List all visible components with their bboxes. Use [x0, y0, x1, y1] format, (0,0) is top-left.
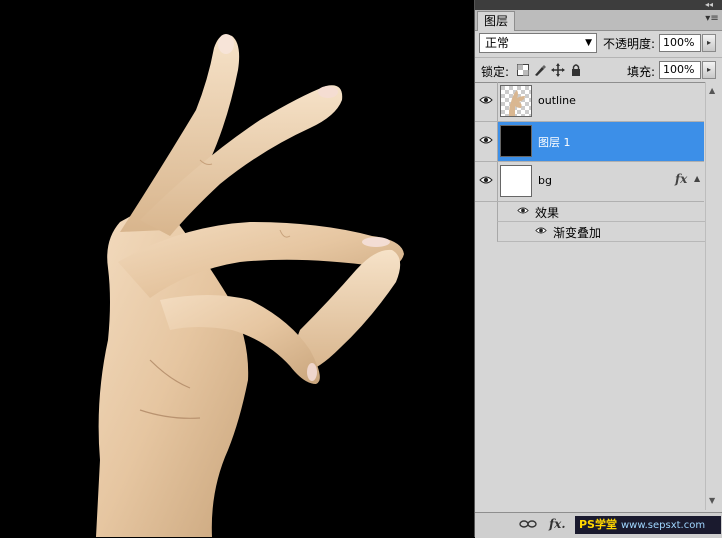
- tab-layers[interactable]: 图层: [477, 11, 516, 31]
- lock-position-icon[interactable]: [551, 63, 565, 77]
- layers-scrollbar[interactable]: ▲ ▼: [705, 82, 722, 510]
- layer-name[interactable]: 图层 1: [538, 134, 571, 150]
- lock-all-icon[interactable]: [569, 63, 583, 77]
- blend-mode-value: 正常: [485, 36, 510, 50]
- lock-image-pixels-icon[interactable]: [533, 63, 547, 77]
- site-watermark: PS学堂 www.sepsxt.com: [575, 516, 721, 534]
- opacity-label: 不透明度:: [603, 37, 656, 51]
- add-layer-style-icon[interactable]: fx.: [549, 517, 566, 531]
- lock-transparent-pixels-icon[interactable]: [516, 63, 530, 77]
- panel-top-strip: ◂◂: [475, 0, 722, 10]
- link-layers-icon[interactable]: [519, 519, 537, 529]
- fx-badge[interactable]: fx: [675, 172, 687, 186]
- fill-label: 填充:: [627, 65, 656, 79]
- lock-label: 锁定:: [481, 65, 510, 79]
- opacity-field[interactable]: 100%: [659, 34, 701, 52]
- layer-row-layer-1[interactable]: 图层 1: [475, 122, 704, 162]
- effect-row-gradient-overlay[interactable]: 渐变叠加: [497, 222, 705, 242]
- effects-group-label: 效果: [535, 206, 560, 220]
- effects-group-row[interactable]: 效果: [497, 202, 705, 222]
- watermark-ps: PS学堂: [579, 518, 617, 531]
- collapse-panel-icon[interactable]: ◂◂: [705, 0, 722, 9]
- layer-row-bg[interactable]: bg fx ▲: [475, 162, 704, 202]
- panel-tab-row: 图层 ▾≡: [475, 10, 722, 31]
- blend-row: 正常 ▼ 不透明度: 100% ▸: [475, 31, 722, 55]
- eye-icon[interactable]: [517, 206, 529, 215]
- eye-icon[interactable]: [535, 226, 547, 235]
- panel-bottom-bar: fx. PS学堂 www.sepsxt.com: [475, 512, 722, 538]
- scroll-down-icon[interactable]: ▼: [709, 496, 715, 505]
- lock-row: 锁定: 填充: 100% ▸: [475, 57, 722, 83]
- layer-thumbnail-layer-1: [500, 125, 532, 157]
- document-canvas[interactable]: [0, 0, 474, 537]
- expand-effects-icon[interactable]: ▲: [694, 174, 700, 183]
- eye-icon: [479, 136, 493, 144]
- layers-panel: ◂◂ 图层 ▾≡ 正常 ▼ 不透明度: 100% ▸ 锁定: 填充: 100% …: [474, 0, 722, 538]
- fill-field[interactable]: 100%: [659, 61, 701, 79]
- opacity-slider-button[interactable]: ▸: [702, 34, 716, 52]
- layer-thumbnail-bg: [500, 165, 532, 197]
- visibility-toggle[interactable]: [475, 122, 498, 161]
- scroll-up-icon[interactable]: ▲: [709, 86, 715, 95]
- eye-icon: [479, 96, 493, 104]
- panel-menu-icon[interactable]: ▾≡: [705, 13, 719, 25]
- effect-label: 渐变叠加: [553, 226, 602, 240]
- layer-name[interactable]: outline: [538, 94, 576, 107]
- hand-image: [96, 34, 404, 537]
- dropdown-arrow-icon: ▼: [585, 38, 592, 48]
- fill-slider-button[interactable]: ▸: [702, 61, 716, 79]
- layer-name[interactable]: bg: [538, 174, 552, 187]
- layers-list: outline 图层 1 bg fx ▲ 效果 渐变叠加: [475, 82, 722, 510]
- visibility-toggle[interactable]: [475, 162, 498, 201]
- layer-thumbnail-outline: [500, 85, 532, 117]
- blend-mode-select[interactable]: 正常 ▼: [479, 33, 597, 53]
- hand-thumbnail-icon: [509, 90, 525, 116]
- layer-row-outline[interactable]: outline: [475, 82, 704, 122]
- eye-icon: [479, 176, 493, 184]
- watermark-site: www.sepsxt.com: [620, 520, 706, 531]
- visibility-toggle[interactable]: [475, 82, 498, 121]
